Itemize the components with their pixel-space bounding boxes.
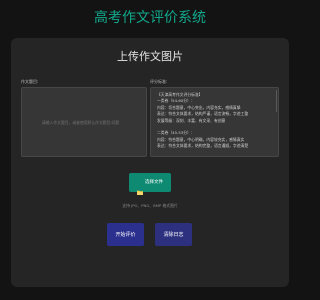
upload-panel: 上传作文图片 作文题目: 评分标准: 请输入作文题目，或者使用默认作文题目/问题… (11, 38, 289, 287)
criteria-line: 表达：符合文体要求，结构完整，语言通顺，字迹清楚 (157, 143, 249, 149)
essay-title-label: 作文题目: (21, 79, 39, 84)
app-title: 高考作文评价系统 (94, 10, 206, 26)
criteria-textarea[interactable]: 【天津高考作文评分标准】 一类卷（54-60分）： 内容：切合题意，中心突出，内… (150, 87, 279, 157)
formats-hint: 支持 JPG、PNG、BMP 格式图片 (122, 203, 178, 208)
essay-title-placeholder: 请输入作文题目，或者使用默认作文题目/问题 (42, 120, 120, 125)
criteria-scrollbar[interactable] (275, 90, 277, 112)
page: 高考作文评价系统 上传作文图片 作文题目: 评分标准: 请输入作文题目，或者使用… (0, 0, 300, 300)
clear-log-button[interactable]: 清除日志 (155, 223, 192, 246)
select-file-button[interactable]: 选择文件 (129, 173, 171, 195)
panel-title: 上传作文图片 (117, 50, 183, 63)
select-file-label: 选择文件 (145, 179, 163, 185)
criteria-label: 评分标准: (150, 79, 168, 84)
start-evaluation-button[interactable]: 开始评价 (107, 223, 144, 246)
folder-icon (137, 180, 143, 195)
essay-title-input[interactable]: 请输入作文题目，或者使用默认作文题目/问题 (21, 87, 147, 157)
